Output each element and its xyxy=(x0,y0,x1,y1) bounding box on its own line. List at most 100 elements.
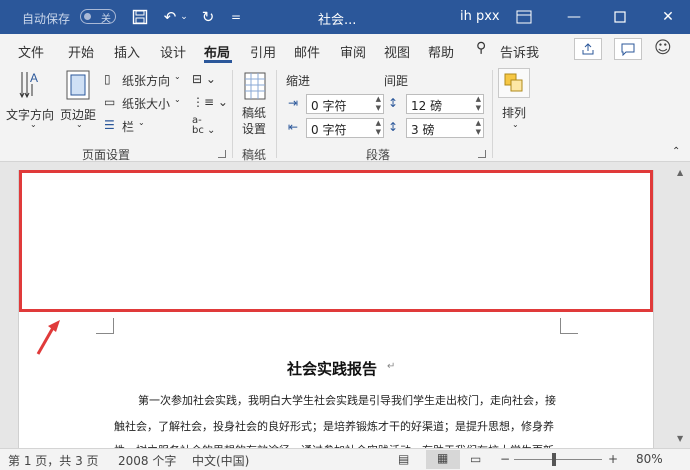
indent-right-icon: ⇤ xyxy=(288,120,299,134)
comments-button[interactable] xyxy=(614,38,642,60)
size-dropdown-icon[interactable]: ⌄ xyxy=(174,95,181,104)
spacing-after-value: 3 磅 xyxy=(411,123,435,137)
page-count[interactable]: 第 1 页，共 3 页 xyxy=(8,452,99,469)
paragraph-mark: ↵ xyxy=(387,361,396,372)
arrange-icon xyxy=(498,68,530,98)
spinner-arrows-icon[interactable]: ▲ ▼ xyxy=(476,95,481,113)
arrange-dropdown-icon[interactable]: ⌄ xyxy=(512,120,519,129)
crop-mark xyxy=(560,318,578,334)
columns-icon: ☰ xyxy=(104,118,115,132)
status-bar: 第 1 页，共 3 页 2008 个字 中文(中国) ▤ ▦ ▭ − + 80% xyxy=(0,448,690,470)
crop-mark xyxy=(96,318,114,334)
autosave-label: 自动保存 xyxy=(22,12,71,26)
active-tab-indicator xyxy=(204,60,232,63)
indent-label: 缩进 xyxy=(286,74,311,88)
ribbon-display-icon[interactable] xyxy=(506,0,542,34)
hyphenation-icon[interactable]: a-bc ⌄ xyxy=(192,116,215,136)
text-direction-dropdown-icon[interactable]: ⌄ xyxy=(30,120,37,129)
size-button[interactable]: 纸张大小 xyxy=(122,95,170,112)
text-direction-icon: A xyxy=(18,68,46,103)
scroll-up-icon[interactable]: ▲ xyxy=(677,168,683,177)
tab-file[interactable]: 文件 xyxy=(18,42,44,61)
indent-left-spinner[interactable]: 0 字符 ▲ ▼ xyxy=(306,94,384,114)
columns-dropdown-icon[interactable]: ⌄ xyxy=(138,118,145,127)
read-mode-icon[interactable]: ▤ xyxy=(398,452,409,466)
size-icon: ▭ xyxy=(104,95,116,109)
spacing-after-spinner[interactable]: 3 磅 ▲ ▼ xyxy=(406,118,484,138)
columns-button[interactable]: 栏 xyxy=(122,118,134,135)
undo-dropdown-icon[interactable]: ⌄ xyxy=(178,7,190,27)
spinner-arrows-icon[interactable]: ▲ ▼ xyxy=(476,119,481,137)
margins-dropdown-icon[interactable]: ⌄ xyxy=(76,120,83,129)
group-divider xyxy=(232,70,233,158)
qat-customize-icon[interactable]: = xyxy=(226,7,246,27)
autosave-toggle[interactable]: 关 xyxy=(80,9,116,25)
indent-right-spinner[interactable]: 0 字符 ▲ ▼ xyxy=(306,118,384,138)
draft-group-label: 稿纸 xyxy=(242,148,267,162)
tab-review[interactable]: 审阅 xyxy=(340,42,366,61)
redo-icon[interactable]: ↻ xyxy=(198,7,218,27)
toggle-label: 关 xyxy=(101,14,111,25)
tab-view[interactable]: 视图 xyxy=(384,42,410,61)
tab-mailings[interactable]: 邮件 xyxy=(294,42,320,61)
collapse-ribbon-icon[interactable]: ⌃ xyxy=(672,146,680,157)
header-area-highlight xyxy=(19,170,653,312)
language[interactable]: 中文(中国) xyxy=(192,452,249,469)
web-layout-icon[interactable]: ▭ xyxy=(470,452,481,466)
orientation-dropdown-icon[interactable]: ⌄ xyxy=(174,72,181,81)
spacing-before-spinner[interactable]: 12 磅 ▲ ▼ xyxy=(406,94,484,114)
tab-design[interactable]: 设计 xyxy=(160,42,186,61)
indent-left-value: 0 字符 xyxy=(311,99,347,113)
search-icon[interactable]: ⚲ xyxy=(476,40,486,56)
word-count[interactable]: 2008 个字 xyxy=(118,452,176,469)
feedback-smiley-icon[interactable]: ☺ xyxy=(654,38,672,58)
zoom-level[interactable]: 80% xyxy=(636,452,663,466)
title-bar: 自动保存 关 ↶ ⌄ ↻ = 社会... ih pxx — ✕ xyxy=(0,0,690,34)
paragraph-group-label: 段落 xyxy=(366,148,391,162)
scroll-down-icon[interactable]: ▼ xyxy=(677,434,683,443)
document-heading: 社会实践报告 xyxy=(287,360,378,378)
print-layout-button[interactable]: ▦ xyxy=(426,450,460,469)
line-numbers-icon[interactable]: ⋮≡ ⌄ xyxy=(192,95,228,109)
group-divider xyxy=(276,70,277,158)
ribbon: A 文字方向 ⌄ 页边距 ⌄ ▯ 纸张方向 ⌄ ▭ 纸张大小 ⌄ ☰ 栏 ⌄ ⊟… xyxy=(0,64,690,162)
zoom-slider-track[interactable] xyxy=(514,459,602,460)
spacing-after-icon: ↕ xyxy=(388,120,399,134)
vertical-scrollbar[interactable]: ▲ ▼ xyxy=(674,166,690,448)
arrange-button[interactable]: 排列 xyxy=(502,104,526,121)
zoom-out-icon[interactable]: − xyxy=(500,452,510,466)
spacing-before-icon: ↕ xyxy=(388,96,399,110)
body-text-line: 第一次参加社会实践，我明白大学生社会实践是引导我们学生走出校门，走向社会，接 xyxy=(138,394,556,407)
zoom-slider-thumb[interactable] xyxy=(552,453,556,466)
orientation-button[interactable]: 纸张方向 xyxy=(122,72,170,89)
tab-home[interactable]: 开始 xyxy=(68,42,94,61)
undo-icon[interactable]: ↶ xyxy=(160,7,180,27)
draft-paper-icon xyxy=(244,72,266,103)
draft-settings-label-1[interactable]: 稿纸 xyxy=(242,104,266,121)
close-icon[interactable]: ✕ xyxy=(650,0,686,34)
tab-insert[interactable]: 插入 xyxy=(114,42,140,61)
spacing-before-value: 12 磅 xyxy=(411,99,443,113)
save-icon[interactable] xyxy=(130,7,150,27)
share-button[interactable] xyxy=(574,38,602,60)
maximize-icon[interactable] xyxy=(602,0,638,34)
tab-references[interactable]: 引用 xyxy=(250,42,276,61)
paragraph-launcher-icon[interactable] xyxy=(478,150,486,158)
indent-left-icon: ⇥ xyxy=(288,96,299,110)
breaks-icon[interactable]: ⊟ ⌄ xyxy=(192,72,216,86)
spinner-arrows-icon[interactable]: ▲ ▼ xyxy=(376,95,381,113)
user-name[interactable]: ih pxx xyxy=(460,9,500,24)
page-setup-launcher-icon[interactable] xyxy=(218,150,226,158)
tab-layout[interactable]: 布局 xyxy=(204,42,230,61)
margins-icon xyxy=(66,70,90,103)
spacing-label: 间距 xyxy=(384,74,409,88)
group-divider xyxy=(492,70,493,158)
spinner-arrows-icon[interactable]: ▲ ▼ xyxy=(376,119,381,137)
tell-me-input[interactable]: 告诉我 xyxy=(500,42,539,61)
print-layout-icon: ▦ xyxy=(437,451,449,465)
zoom-in-icon[interactable]: + xyxy=(608,452,618,466)
tab-help[interactable]: 帮助 xyxy=(428,42,454,61)
minimize-icon[interactable]: — xyxy=(556,0,592,34)
draft-settings-label-2[interactable]: 设置 xyxy=(242,120,266,137)
orientation-icon: ▯ xyxy=(104,72,111,86)
